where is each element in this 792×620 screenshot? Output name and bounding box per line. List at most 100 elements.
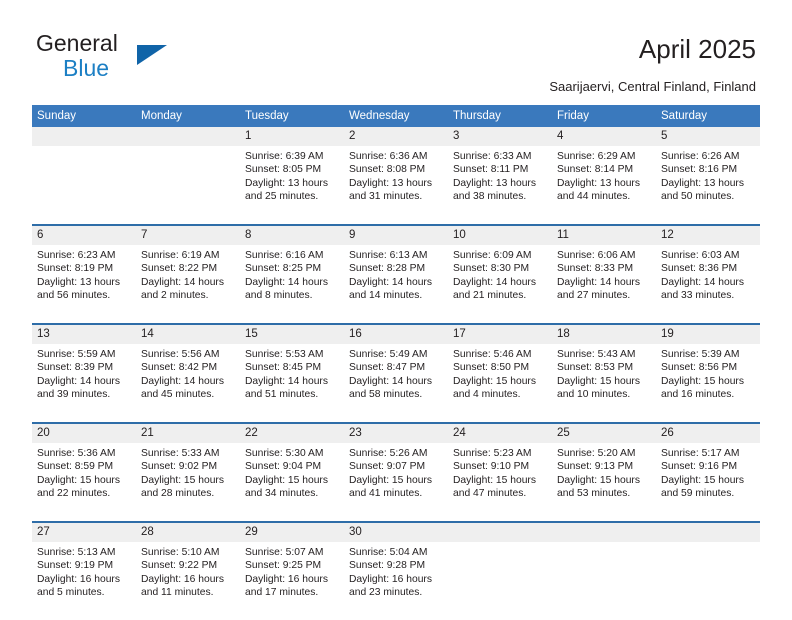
day-sunrise-text: Sunrise: 6:13 AM [349, 250, 428, 261]
weekday-header-row: Sunday Monday Tuesday Wednesday Thursday… [32, 105, 760, 127]
day-daylight-text: Daylight: 15 hours [453, 375, 536, 387]
calendar-day-cell[interactable]: 19 Sunrise: 5:39 AM Sunset: 8:56 PM Dayligh… [656, 323, 760, 423]
day-sunrise-text: Sunrise: 5:53 AM [245, 349, 324, 360]
day-details: Sunrise: 5:39 AM Sunset: 8:56 PM Daylight:… [656, 344, 760, 422]
calendar-day-cell[interactable]: 20 Sunrise: 5:36 AM Sunset: 8:59 PM Dayligh… [32, 422, 136, 522]
day-sunrise-text: Sunrise: 6:16 AM [245, 250, 324, 261]
day-details: Sunrise: 6:16 AM Sunset: 8:25 PM Daylight:… [240, 245, 344, 323]
day-daylight-text: and 11 minutes. [141, 587, 214, 599]
logo-triangle-icon [137, 45, 167, 65]
day-sunset-text: Sunset: 9:25 PM [245, 560, 322, 572]
weekday-header-tuesday: Tuesday [240, 105, 344, 127]
day-number: 11 [552, 226, 656, 245]
calendar-day-cell[interactable]: 13 Sunrise: 5:59 AM Sunset: 8:39 PM Dayligh… [32, 323, 136, 423]
calendar-day-cell[interactable]: 28 Sunrise: 5:10 AM Sunset: 9:22 PM Dayligh… [136, 521, 240, 620]
day-number: 18 [552, 325, 656, 344]
day-daylight-text: Daylight: 16 hours [245, 573, 328, 585]
calendar-day-cell[interactable]: 27 Sunrise: 5:13 AM Sunset: 9:19 PM Dayligh… [32, 521, 136, 620]
day-sunrise-text: Sunrise: 5:17 AM [661, 448, 740, 459]
calendar-day-cell[interactable]: 7 Sunrise: 6:19 AM Sunset: 8:22 PM Daylight… [136, 224, 240, 324]
day-daylight-text: Daylight: 16 hours [141, 573, 224, 585]
day-daylight-text: and 45 minutes. [141, 389, 215, 401]
day-sunset-text: Sunset: 8:22 PM [141, 263, 218, 275]
day-number: 27 [32, 523, 136, 542]
calendar-day-cell[interactable]: 24 Sunrise: 5:23 AM Sunset: 9:10 PM Dayligh… [448, 422, 552, 522]
calendar-day-cell[interactable]: 9 Sunrise: 6:13 AM Sunset: 8:28 PM Daylight… [344, 224, 448, 324]
day-daylight-text: Daylight: 15 hours [141, 474, 224, 486]
calendar-day-cell[interactable]: 8 Sunrise: 6:16 AM Sunset: 8:25 PM Daylight… [240, 224, 344, 324]
day-daylight-text: Daylight: 13 hours [349, 177, 432, 189]
day-number: 5 [656, 127, 760, 146]
calendar-day-cell[interactable]: 2 Sunrise: 6:36 AM Sunset: 8:08 PM Daylight… [344, 127, 448, 225]
day-daylight-text: Daylight: 14 hours [349, 276, 432, 288]
calendar-day-cell[interactable]: 4 Sunrise: 6:29 AM Sunset: 8:14 PM Daylight… [552, 127, 656, 225]
day-details: Sunrise: 5:43 AM Sunset: 8:53 PM Daylight:… [552, 344, 656, 422]
calendar-day-cell[interactable]: 10 Sunrise: 6:09 AM Sunset: 8:30 PM Dayligh… [448, 224, 552, 324]
day-details: Sunrise: 5:30 AM Sunset: 9:04 PM Daylight:… [240, 443, 344, 521]
day-details: Sunrise: 5:20 AM Sunset: 9:13 PM Daylight:… [552, 443, 656, 521]
calendar-day-cell[interactable]: 5 Sunrise: 6:26 AM Sunset: 8:16 PM Daylight… [656, 127, 760, 225]
day-number: 20 [32, 424, 136, 443]
day-daylight-text: Daylight: 14 hours [245, 276, 328, 288]
general-blue-logo: General Blue [36, 30, 296, 82]
day-sunset-text: Sunset: 9:04 PM [245, 461, 322, 473]
calendar-day-cell[interactable]: 3 Sunrise: 6:33 AM Sunset: 8:11 PM Daylight… [448, 127, 552, 225]
day-daylight-text: Daylight: 13 hours [37, 276, 120, 288]
calendar-day-cell[interactable]: 26 Sunrise: 5:17 AM Sunset: 9:16 PM Dayligh… [656, 422, 760, 522]
calendar-day-cell[interactable]: 21 Sunrise: 5:33 AM Sunset: 9:02 PM Dayligh… [136, 422, 240, 522]
day-sunrise-text: Sunrise: 6:26 AM [661, 151, 740, 162]
calendar-week-row: 6 Sunrise: 6:23 AM Sunset: 8:19 PM Daylight… [32, 224, 760, 324]
day-sunrise-text: Sunrise: 5:10 AM [141, 547, 220, 558]
day-daylight-text: and 56 minutes. [37, 290, 111, 302]
day-details: Sunrise: 5:10 AM Sunset: 9:22 PM Daylight:… [136, 542, 240, 620]
day-sunrise-text: Sunrise: 5:56 AM [141, 349, 220, 360]
day-sunset-text: Sunset: 9:19 PM [37, 560, 114, 572]
day-sunset-text: Sunset: 8:14 PM [557, 164, 634, 176]
calendar-day-cell[interactable]: 25 Sunrise: 5:20 AM Sunset: 9:13 PM Dayligh… [552, 422, 656, 522]
day-number: 25 [552, 424, 656, 443]
day-daylight-text: Daylight: 14 hours [661, 276, 744, 288]
day-number: 10 [448, 226, 552, 245]
calendar-week-row: 20 Sunrise: 5:36 AM Sunset: 8:59 PM Dayligh… [32, 422, 760, 522]
calendar-day-cell-empty [448, 521, 552, 620]
day-daylight-text: Daylight: 13 hours [557, 177, 640, 189]
calendar-day-cell[interactable]: 29 Sunrise: 5:07 AM Sunset: 9:25 PM Dayligh… [240, 521, 344, 620]
calendar-day-cell[interactable]: 11 Sunrise: 6:06 AM Sunset: 8:33 PM Dayligh… [552, 224, 656, 324]
day-sunset-text: Sunset: 8:11 PM [453, 164, 529, 176]
day-number: 17 [448, 325, 552, 344]
day-daylight-text: and 59 minutes. [661, 488, 735, 500]
day-sunrise-text: Sunrise: 5:13 AM [37, 547, 116, 558]
day-sunrise-text: Sunrise: 5:07 AM [245, 547, 324, 558]
day-details: Sunrise: 6:29 AM Sunset: 8:14 PM Daylight:… [552, 146, 656, 224]
day-daylight-text: and 16 minutes. [661, 389, 735, 401]
calendar-day-cell-empty [136, 127, 240, 225]
page-subtitle-location: Saarijaervi, Central Finland, Finland [549, 79, 756, 94]
calendar-day-cell[interactable]: 1 Sunrise: 6:39 AM Sunset: 8:05 PM Daylight… [240, 127, 344, 225]
day-details: Sunrise: 5:49 AM Sunset: 8:47 PM Daylight:… [344, 344, 448, 422]
day-daylight-text: Daylight: 15 hours [245, 474, 328, 486]
day-number: 16 [344, 325, 448, 344]
calendar-day-cell[interactable]: 12 Sunrise: 6:03 AM Sunset: 8:36 PM Dayligh… [656, 224, 760, 324]
day-daylight-text: and 17 minutes. [245, 587, 319, 599]
calendar-day-cell[interactable]: 23 Sunrise: 5:26 AM Sunset: 9:07 PM Dayligh… [344, 422, 448, 522]
day-number: 21 [136, 424, 240, 443]
day-sunrise-text: Sunrise: 5:39 AM [661, 349, 740, 360]
day-sunset-text: Sunset: 8:39 PM [37, 362, 114, 374]
calendar-day-cell[interactable]: 18 Sunrise: 5:43 AM Sunset: 8:53 PM Dayligh… [552, 323, 656, 423]
day-sunset-text: Sunset: 9:07 PM [349, 461, 426, 473]
calendar-day-cell[interactable]: 17 Sunrise: 5:46 AM Sunset: 8:50 PM Dayligh… [448, 323, 552, 423]
day-number: 30 [344, 523, 448, 542]
calendar-day-cell[interactable]: 6 Sunrise: 6:23 AM Sunset: 8:19 PM Daylight… [32, 224, 136, 324]
calendar-day-cell[interactable]: 16 Sunrise: 5:49 AM Sunset: 8:47 PM Dayligh… [344, 323, 448, 423]
day-daylight-text: and 53 minutes. [557, 488, 631, 500]
calendar-day-cell[interactable]: 30 Sunrise: 5:04 AM Sunset: 9:28 PM Dayligh… [344, 521, 448, 620]
calendar-day-cell[interactable]: 15 Sunrise: 5:53 AM Sunset: 8:45 PM Dayligh… [240, 323, 344, 423]
day-sunrise-text: Sunrise: 6:19 AM [141, 250, 220, 261]
day-details: Sunrise: 6:26 AM Sunset: 8:16 PM Daylight:… [656, 146, 760, 224]
day-sunrise-text: Sunrise: 5:30 AM [245, 448, 324, 459]
day-daylight-text: Daylight: 15 hours [557, 375, 640, 387]
day-number: 7 [136, 226, 240, 245]
calendar-day-cell[interactable]: 14 Sunrise: 5:56 AM Sunset: 8:42 PM Dayligh… [136, 323, 240, 423]
calendar-day-cell-empty [552, 521, 656, 620]
calendar-day-cell[interactable]: 22 Sunrise: 5:30 AM Sunset: 9:04 PM Dayligh… [240, 422, 344, 522]
